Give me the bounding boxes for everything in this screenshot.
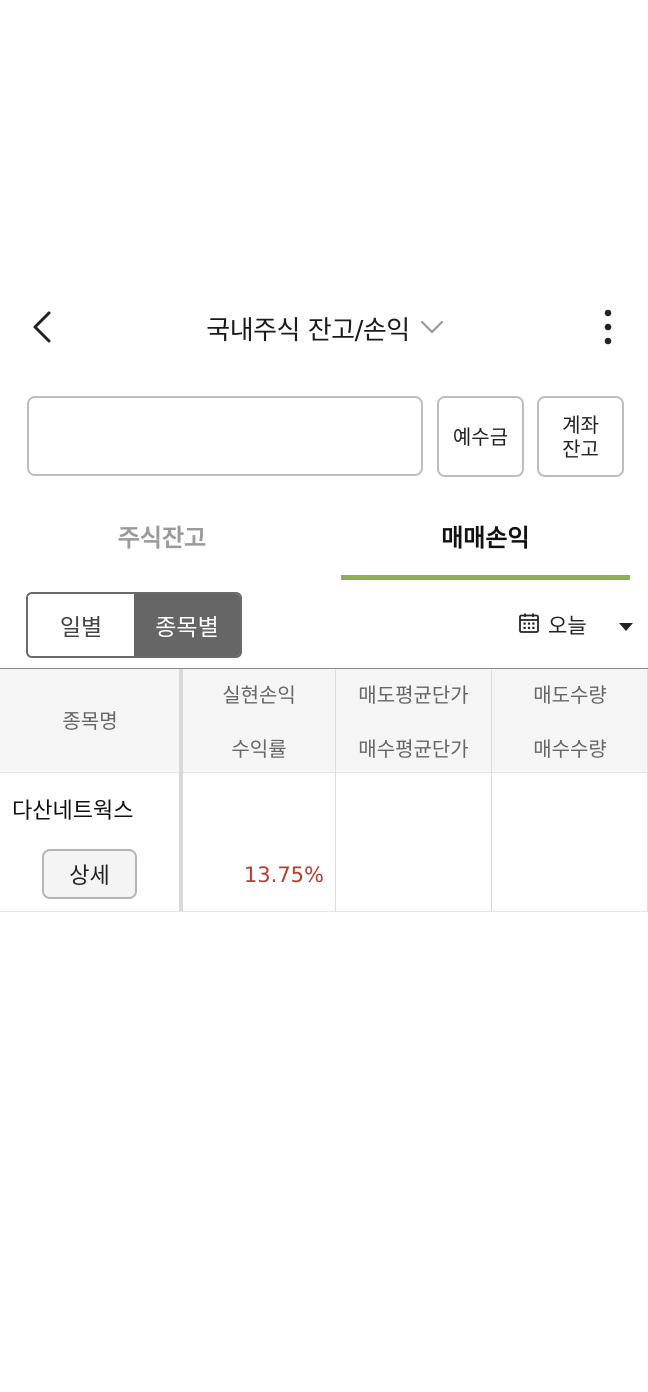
tab-stock-balance[interactable]: 주식잔고 [20,508,304,562]
column-divider [179,669,183,773]
stock-name: 다산네트웍스 [12,799,134,824]
header-realized-pl: 실현손익 [222,683,296,707]
back-button[interactable] [22,308,62,350]
segment-by-stock[interactable]: 종목별 [134,594,240,656]
table-header: 종목명 실현손익 수익률 매도평균단가 매수평균단가 매도수량 매수수량 [0,668,648,773]
header-buy-avg-price: 매수평균단가 [358,737,469,761]
account-balance-button[interactable]: 계좌 잔고 [537,396,624,477]
page-title-dropdown[interactable]: 국내주식 잔고/손익 [160,306,490,350]
column-divider [335,773,336,911]
chevron-left-icon [31,310,53,348]
deposit-button[interactable]: 예수금 [437,396,524,477]
column-divider [179,773,183,911]
calendar-icon [518,612,540,639]
account-select[interactable] [27,396,423,476]
page-title: 국내주식 잔고/손익 [206,315,410,346]
date-filter-label: 오늘 [548,614,587,638]
column-divider [491,669,492,773]
more-menu-button[interactable] [590,308,626,350]
chevron-down-icon [420,319,444,338]
table-row[interactable]: 다산네트웍스 상세 13.75% [0,773,648,912]
segment-daily[interactable]: 일별 [28,594,134,656]
tab-trade-profit[interactable]: 매매손익 [341,508,630,562]
header-sell-qty: 매도수량 [533,683,607,707]
caret-down-icon [618,613,634,637]
column-divider [335,669,336,773]
column-divider [491,773,492,911]
header-sell-avg-price: 매도평균단가 [358,683,469,707]
header-buy-qty: 매수수량 [533,737,607,761]
active-tab-indicator [341,575,630,580]
date-filter[interactable]: 오늘 [518,606,634,644]
header-stock-name: 종목명 [62,709,118,733]
vertical-dots-icon [604,309,612,349]
detail-button[interactable]: 상세 [42,849,137,899]
view-mode-segment: 일별 종목별 [26,592,242,658]
header-return-rate: 수익률 [231,737,287,761]
return-rate-value: 13.75% [243,863,324,887]
